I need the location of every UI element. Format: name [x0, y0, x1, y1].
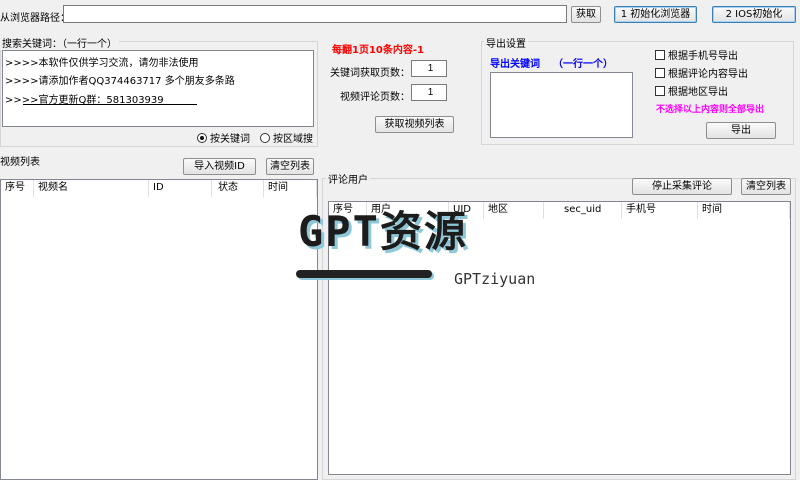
clear-comment-list-button[interactable]: 清空列表: [741, 178, 791, 195]
comment-users-title: 评论用户: [326, 171, 370, 186]
search-line-2: >>>>请添加作者QQ374463717 多个朋友多条路: [5, 76, 235, 87]
search-keyword-textarea[interactable]: >>>>本软件仅供学习交流，请勿非法使用 >>>>请添加作者QQ37446371…: [2, 50, 314, 127]
checkbox-export-by-phone[interactable]: 根据手机号导出: [655, 47, 738, 62]
stop-collect-comments-button[interactable]: 停止采集评论: [632, 178, 732, 195]
comment-col-region[interactable]: 地区: [484, 202, 544, 219]
pages-note: 每翻1页10条内容-1: [332, 45, 424, 56]
video-col-time[interactable]: 时间: [264, 180, 317, 197]
video-col-name[interactable]: 视频名: [34, 180, 149, 197]
video-list-title: 视频列表: [0, 157, 40, 168]
video-list-table[interactable]: 序号 视频名 ID 状态 时间: [0, 179, 318, 480]
video-col-status[interactable]: 状态: [212, 180, 264, 197]
export-settings-title: 导出设置: [484, 35, 528, 50]
text-underline: [23, 104, 197, 105]
radio-empty-icon: [260, 133, 270, 143]
watermark-subtitle: GPTziyuan: [454, 270, 536, 288]
checkbox-icon: [655, 50, 665, 60]
video-col-index[interactable]: 序号: [1, 180, 34, 197]
radio-selected-icon: [197, 133, 207, 143]
checkbox-export-by-comment-label: 根据评论内容导出: [668, 69, 748, 80]
comment-pages-input[interactable]: [411, 84, 447, 101]
checkbox-export-by-phone-label: 根据手机号导出: [668, 51, 738, 62]
export-keywords-hint: （一行一个）: [553, 59, 613, 70]
comment-pages-label: 视频评论页数：: [340, 92, 410, 103]
checkbox-export-by-comment[interactable]: 根据评论内容导出: [655, 65, 748, 80]
video-col-id[interactable]: ID: [149, 180, 212, 197]
checkbox-export-by-region-label: 根据地区导出: [668, 87, 728, 98]
comment-col-sec-uid[interactable]: sec_uid: [544, 202, 622, 219]
export-keywords-label: 导出关键词: [490, 59, 540, 70]
clear-video-list-button[interactable]: 清空列表: [266, 158, 314, 175]
export-all-hint: 不选择以上内容则全部导出: [656, 105, 765, 115]
checkbox-icon: [655, 86, 665, 96]
radio-by-region-label: 按区域搜: [273, 134, 313, 145]
comment-col-phone[interactable]: 手机号: [622, 202, 698, 219]
init-browser-button[interactable]: 1 初始化浏览器: [614, 6, 697, 23]
export-button[interactable]: 导出: [706, 122, 776, 139]
checkbox-icon: [655, 68, 665, 78]
watermark-bar: [296, 270, 432, 278]
comment-col-time[interactable]: 时间: [698, 202, 790, 219]
get-browser-path-button[interactable]: 获取: [571, 6, 601, 23]
watermark-logo: GPT资源: [298, 207, 468, 256]
get-video-list-button[interactable]: 获取视频列表: [375, 116, 454, 133]
radio-by-region[interactable]: 按区域搜: [260, 130, 313, 145]
browser-path-label: 从浏览器路径：: [0, 13, 70, 24]
keyword-pages-input[interactable]: [411, 60, 447, 77]
search-keyword-title: 搜索关键词：（一行一个）: [0, 35, 119, 50]
export-keywords-textarea[interactable]: [490, 72, 633, 138]
search-line-1: >>>>本软件仅供学习交流，请勿非法使用: [5, 58, 199, 69]
checkbox-export-by-region[interactable]: 根据地区导出: [655, 83, 728, 98]
import-video-id-button[interactable]: 导入视频ID: [183, 158, 256, 175]
browser-path-input[interactable]: [63, 5, 567, 23]
radio-by-keyword-label: 按关键词: [210, 134, 250, 145]
keyword-pages-label: 关键词获取页数：: [330, 68, 410, 79]
ios-init-button[interactable]: 2 IOS初始化: [712, 6, 796, 23]
radio-by-keyword[interactable]: 按关键词: [197, 130, 250, 145]
